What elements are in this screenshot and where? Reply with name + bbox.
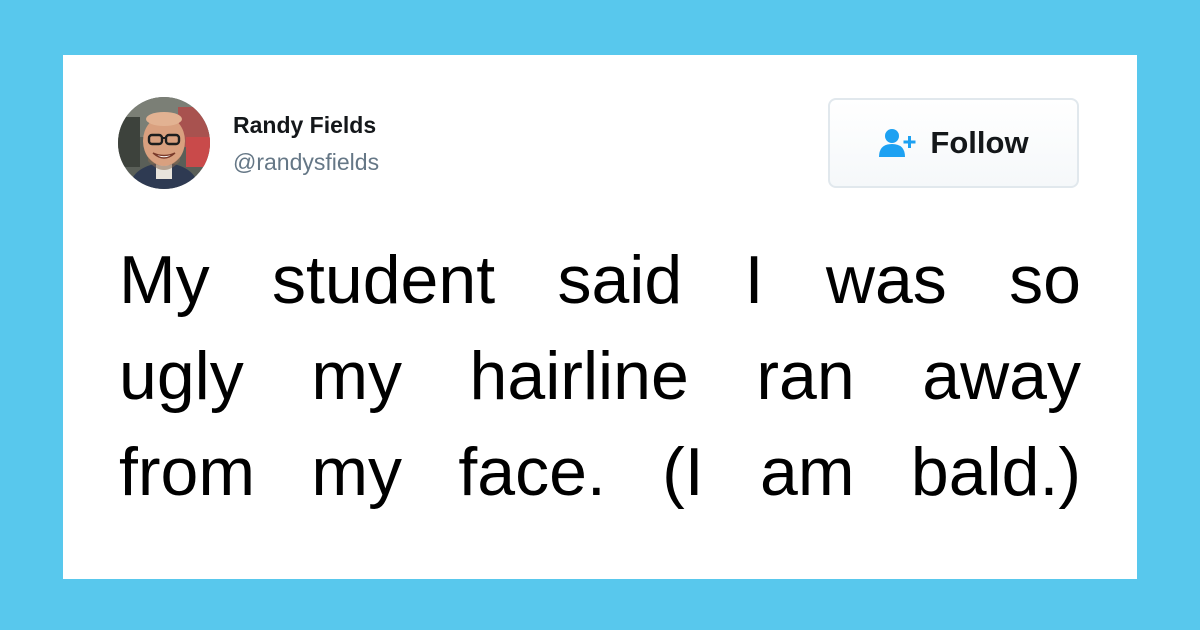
follow-label: Follow — [930, 125, 1029, 160]
follow-button[interactable]: Follow — [828, 98, 1079, 188]
avatar[interactable] — [118, 97, 210, 189]
add-user-icon — [878, 128, 918, 158]
tweet-line: from my face. (I am bald.) — [119, 434, 1081, 510]
tweet-card: Randy Fields @randysfields Follow My stu… — [63, 55, 1137, 579]
tweet-line: ugly my hairline ran away — [119, 338, 1081, 414]
tweet-line: My student said I was so — [119, 242, 1081, 318]
author-handle[interactable]: @randysfields — [233, 148, 379, 176]
profile-photo-icon — [118, 97, 210, 189]
tweet-text: My student said I was so ugly my hairlin… — [119, 232, 1081, 520]
author-name[interactable]: Randy Fields — [233, 111, 376, 139]
